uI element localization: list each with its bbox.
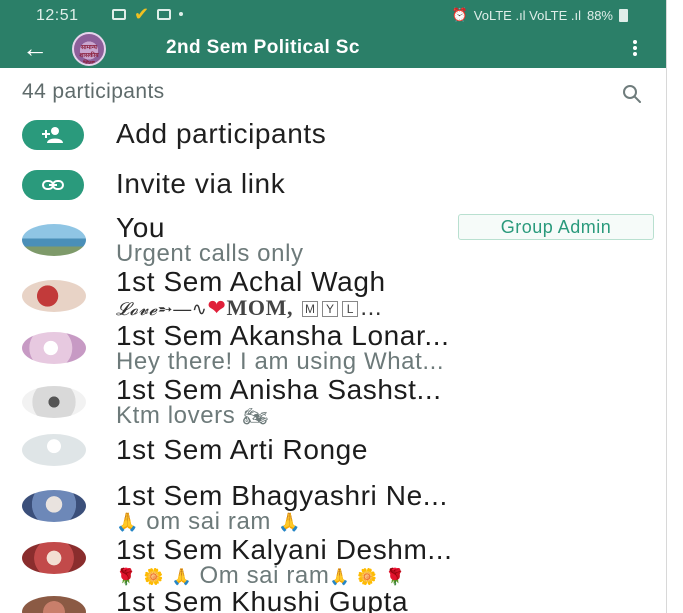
default-avatar-icon — [22, 434, 86, 466]
avatar — [22, 280, 86, 312]
participants-count: 44 participants — [22, 80, 165, 103]
avatar — [22, 490, 86, 522]
status-boxed-letter: L — [342, 300, 359, 317]
group-avatar[interactable]: सामान्य शासकीय शिक्षा — [72, 32, 106, 66]
system-icons: ⏰ VoLTE .ıl VoLTE .ıl 88% — [452, 7, 628, 23]
participant-status: Urgent calls only — [116, 240, 304, 267]
praying-hands-icon: 🙏 — [329, 568, 350, 586]
participant-status: Ktm lovers 🏍 — [116, 402, 269, 430]
status-mom: MOM, — [226, 295, 294, 320]
rose-icon: 🌹 — [385, 568, 406, 586]
heart-icon: ❤ — [207, 295, 227, 320]
praying-hands-icon: 🙏 — [171, 568, 193, 586]
signal-icon: VoLTE .ıl VoLTE .ıl — [473, 7, 581, 23]
status-fancy-love: 𝓛𝓸𝓿𝓮 — [116, 299, 158, 320]
flower-icon: 🌼 — [143, 568, 165, 586]
participant-row[interactable]: 1st Sem Achal Wagh 𝓛𝓸𝓿𝓮➵—∿❤MOM, M Y L... — [0, 266, 666, 322]
flower-icon: 🌼 — [357, 568, 378, 586]
status-ellipsis: ... — [360, 294, 383, 321]
avatar — [22, 596, 86, 613]
add-person-icon — [22, 120, 84, 150]
battery-percent: 88% — [586, 7, 613, 23]
status-heartbeat: ➵—∿ — [157, 299, 208, 319]
status-text: om sai ram — [146, 508, 271, 535]
rose-icon: 🌹 — [116, 568, 137, 586]
status-boxed-letter: Y — [322, 300, 339, 317]
screen-edge — [666, 0, 683, 613]
motorcycle-icon: 🏍 — [242, 406, 269, 429]
more-vert-icon[interactable] — [633, 40, 639, 58]
status-time: 12:51 — [36, 7, 79, 24]
app-bar: ← सामान्य शासकीय शिक्षा 2nd Sem Politica… — [0, 30, 666, 68]
participant-status: 𝓛𝓸𝓿𝓮➵—∿❤MOM, M Y L... — [116, 294, 382, 322]
notification-icons: ✔ — [112, 4, 184, 24]
group-title[interactable]: 2nd Sem Political Sc — [166, 37, 360, 59]
participant-status: Hey there! I am using What... — [116, 348, 445, 375]
participant-row[interactable]: 1st Sem Anisha Sashst... Ktm lovers 🏍 — [0, 374, 666, 430]
add-participants-label: Add participants — [116, 118, 327, 149]
praying-hands-icon: 🙏 — [278, 512, 302, 533]
status-boxed-letter: M — [302, 300, 319, 317]
add-participants-button[interactable]: Add participants — [0, 114, 666, 160]
invite-link-label: Invite via link — [116, 168, 286, 199]
avatar — [22, 386, 86, 418]
participant-row[interactable]: 1st Sem Arti Ronge — [0, 432, 666, 472]
participant-row[interactable]: 1st Sem Khushi Gupta — [0, 586, 666, 613]
participant-row[interactable]: 1st Sem Kalyani Deshm... 🌹 🌼 🙏 Om sai ra… — [0, 534, 666, 590]
avatar — [22, 332, 86, 364]
group-admin-badge: Group Admin — [458, 214, 654, 240]
status-bar: 12:51 ✔ ⏰ VoLTE .ıl VoLTE .ıl 88% — [0, 0, 666, 30]
participant-row[interactable]: 1st Sem Bhagyashri Ne... 🙏 om sai ram 🙏 — [0, 480, 666, 536]
link-icon — [22, 170, 84, 200]
avatar — [22, 542, 86, 574]
invite-link-button[interactable]: Invite via link — [0, 164, 666, 210]
participant-row[interactable]: You Group Admin Urgent calls only — [0, 212, 666, 268]
group-avatar-text: सामान्य शासकीय शिक्षा — [79, 45, 99, 66]
praying-hands-icon: 🙏 — [116, 512, 140, 533]
search-icon[interactable] — [622, 84, 642, 104]
participant-name: 1st Sem Khushi Gupta — [116, 586, 409, 613]
avatar — [22, 224, 86, 256]
participant-name: 1st Sem Arti Ronge — [116, 434, 369, 465]
battery-icon — [619, 8, 628, 22]
check-icon: ✔ — [134, 4, 150, 24]
participant-row[interactable]: 1st Sem Akansha Lonar... Hey there! I am… — [0, 320, 666, 376]
status-text: Ktm lovers — [116, 402, 236, 429]
gallery-icon — [157, 8, 172, 20]
arrow-left-icon[interactable]: ← — [22, 34, 48, 62]
more-notifications-icon — [179, 12, 184, 16]
message-icon — [112, 8, 126, 20]
status-text: Om sai ram — [199, 562, 330, 589]
participant-status: 🙏 om sai ram 🙏 — [116, 508, 301, 536]
alarm-icon: ⏰ — [451, 7, 468, 22]
